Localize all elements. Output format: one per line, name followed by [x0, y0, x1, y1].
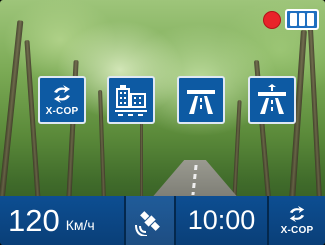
clock-time: 10:00 — [187, 205, 256, 235]
autobahn-mode-button[interactable] — [248, 76, 296, 124]
device-screen: X-COP 120 Км/ч 10:00 X-COP — [0, 0, 325, 245]
x-cop-bar-label: X-COP — [280, 225, 314, 236]
autobahn-icon — [258, 84, 286, 114]
battery-full-icon — [285, 9, 319, 30]
speed-value: 120 — [8, 202, 60, 238]
highway-icon — [187, 90, 215, 114]
highway-mode-button[interactable] — [177, 76, 225, 124]
clock-display: 10:00 — [174, 196, 267, 245]
speed-display: 120 Км/ч — [0, 196, 124, 245]
speed-unit: Км/ч — [65, 216, 95, 233]
x-cop-bar-button[interactable]: X-COP — [267, 196, 325, 245]
gps-satellite-icon — [135, 210, 160, 236]
gps-status[interactable] — [124, 196, 174, 245]
x-cop-label: X-COP — [45, 105, 79, 117]
bottom-status-bar: 120 Км/ч 10:00 X-COP — [0, 196, 325, 245]
city-mode-button[interactable] — [107, 76, 155, 124]
record-dot-icon — [263, 11, 281, 29]
x-cop-icon — [289, 205, 305, 223]
x-cop-icon — [54, 84, 70, 103]
city-icon — [115, 85, 147, 116]
x-cop-mode-button[interactable]: X-COP — [38, 76, 86, 124]
